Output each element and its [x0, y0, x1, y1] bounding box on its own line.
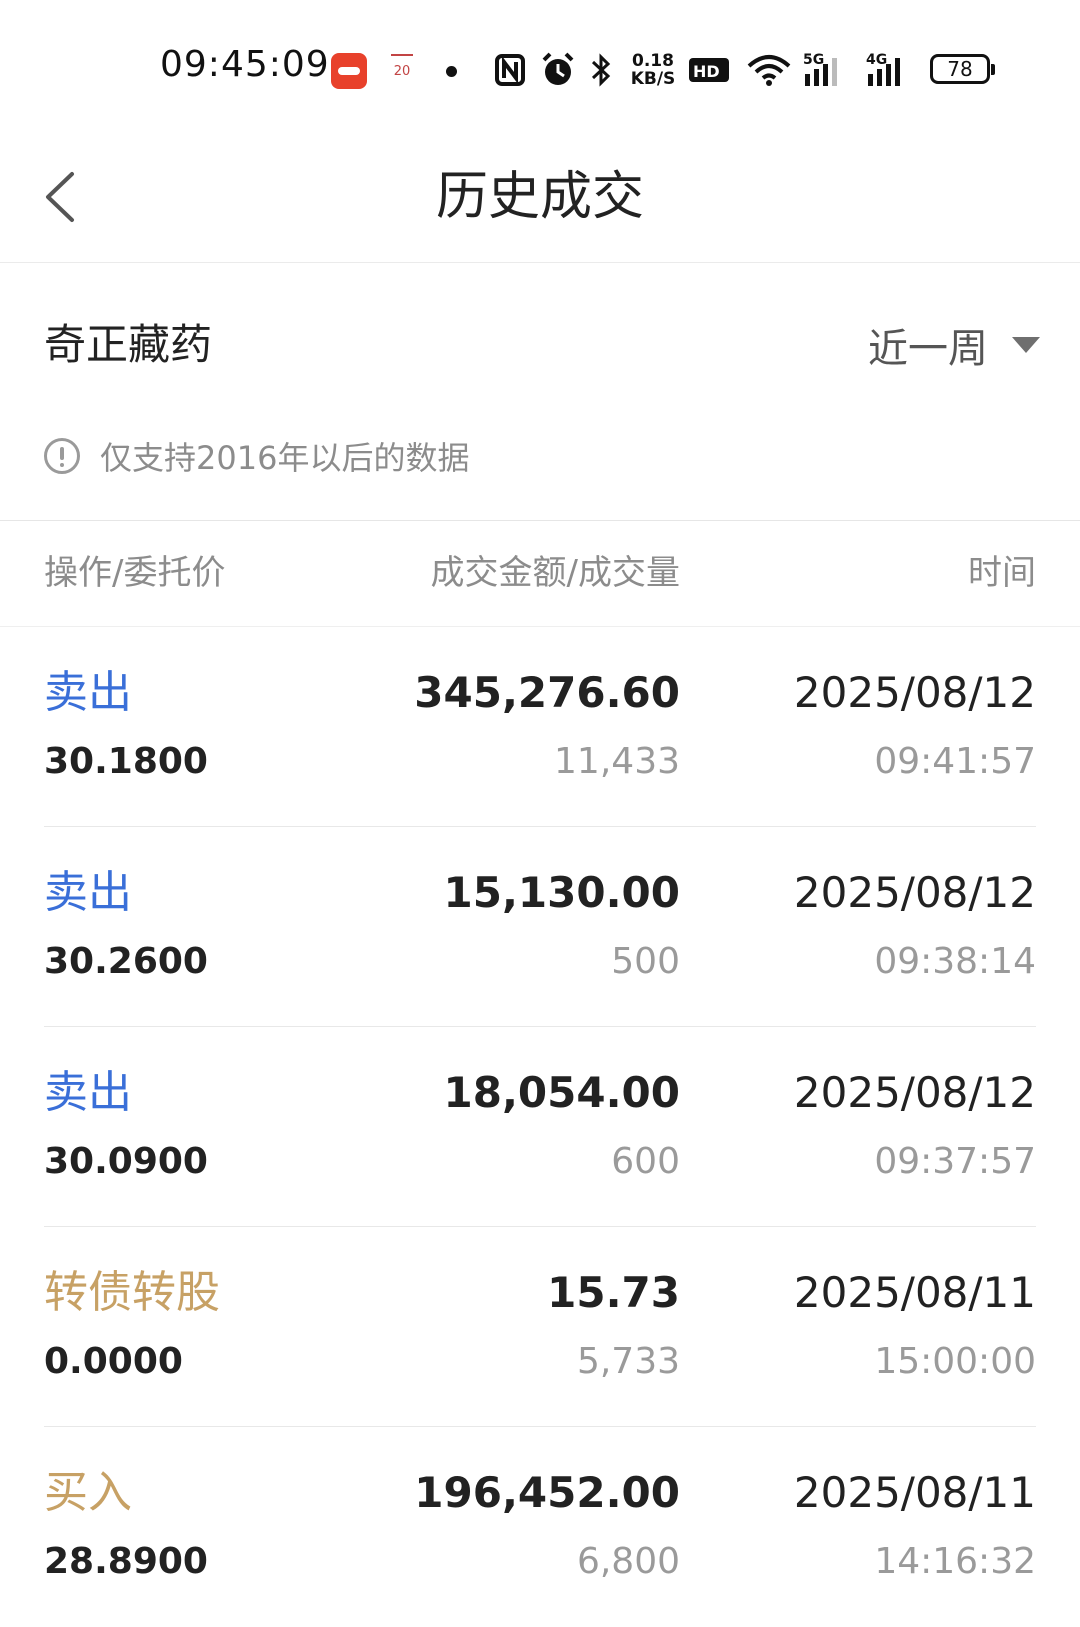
column-header-amount-volume: 成交金额/成交量 — [430, 553, 680, 593]
trade-amount: 345,276.60 — [414, 668, 680, 717]
wifi-icon — [747, 55, 791, 86]
status-time: 09:45:09 — [160, 44, 330, 85]
trade-date: 2025/08/12 — [793, 868, 1036, 917]
hd-label: HD — [693, 62, 720, 81]
trade-price: 0.0000 — [44, 1341, 183, 1382]
nfc-icon — [495, 54, 525, 86]
column-header-action-price: 操作/委托价 — [44, 553, 226, 593]
trade-volume: 11,433 — [554, 741, 680, 782]
hd-icon: HD — [689, 58, 729, 82]
trade-date: 2025/08/11 — [793, 1268, 1036, 1317]
section-divider — [0, 520, 1080, 521]
signal-4g-label: 4G — [866, 52, 887, 68]
trade-action: 卖出 — [44, 667, 132, 718]
trade-amount: 15.73 — [547, 1268, 680, 1317]
notice-text: 仅支持2016年以后的数据 — [100, 439, 470, 477]
column-header-time: 时间 — [968, 553, 1036, 593]
stock-name: 奇正藏药 — [44, 320, 213, 369]
trade-row[interactable]: 卖出 30.2600 15,130.00 500 2025/08/12 09:3… — [0, 827, 1080, 1027]
nav-bar: 历史成交 — [0, 140, 1080, 263]
net-speed-value: 0.18 — [632, 51, 674, 71]
info-icon — [44, 438, 80, 474]
trade-row[interactable]: 转债转股 0.0000 15.73 5,733 2025/08/11 15:00… — [0, 1227, 1080, 1427]
trade-row[interactable]: 卖出 30.0900 18,054.00 600 2025/08/12 09:3… — [0, 1027, 1080, 1227]
trade-date: 2025/08/12 — [793, 668, 1036, 717]
alarm-icon — [542, 52, 574, 85]
net-speed-unit: KB/S — [630, 69, 676, 89]
period-label: 近一周 — [868, 326, 988, 372]
trade-amount: 15,130.00 — [443, 868, 680, 917]
trade-time: 09:38:14 — [874, 941, 1036, 982]
trade-row[interactable]: 买入 28.8900 196,452.00 6,800 2025/08/11 1… — [0, 1427, 1080, 1627]
trade-time: 14:16:32 — [874, 1541, 1036, 1582]
page-title: 历史成交 — [435, 167, 644, 227]
dot-icon — [446, 66, 457, 77]
trade-amount: 196,452.00 — [414, 1468, 680, 1517]
signal-5g-label: 5G — [803, 52, 824, 68]
period-dropdown[interactable]: 近一周 — [868, 315, 1040, 375]
signal-4g-icon: 4G — [866, 52, 900, 86]
battery-icon: 78 — [930, 54, 995, 84]
net-speed: 0.18 KB/S — [628, 52, 678, 88]
trade-action: 转债转股 — [44, 1267, 220, 1318]
trade-time: 09:37:57 — [874, 1141, 1036, 1182]
caret-down-icon — [1012, 337, 1040, 353]
trade-row[interactable]: 卖出 30.1800 345,276.60 11,433 2025/08/12 … — [0, 627, 1080, 827]
app-red-icon — [331, 53, 367, 89]
trade-time: 09:41:57 — [874, 741, 1036, 782]
calendar-day: 20 — [393, 64, 411, 79]
trade-date: 2025/08/11 — [793, 1468, 1036, 1517]
trade-volume: 5,733 — [576, 1341, 680, 1382]
calendar-icon: 20 — [387, 52, 417, 88]
trade-price: 28.8900 — [44, 1541, 208, 1582]
trade-price: 30.0900 — [44, 1141, 208, 1182]
status-bar: 09:45:09 20 0.18 KB/S HD 5G 4G 78 — [0, 0, 1080, 140]
trade-time: 15:00:00 — [874, 1341, 1036, 1382]
trade-action: 卖出 — [44, 1067, 132, 1118]
signal-5g-icon: 5G — [803, 52, 837, 86]
trade-action: 买入 — [44, 1467, 132, 1518]
trade-volume: 500 — [611, 941, 680, 982]
data-notice: 仅支持2016年以后的数据 — [44, 428, 469, 484]
trade-volume: 6,800 — [576, 1541, 680, 1582]
trade-date: 2025/08/12 — [793, 1068, 1036, 1117]
trade-price: 30.1800 — [44, 741, 208, 782]
trade-volume: 600 — [611, 1141, 680, 1182]
trade-amount: 18,054.00 — [443, 1068, 680, 1117]
trade-price: 30.2600 — [44, 941, 208, 982]
trade-action: 卖出 — [44, 867, 132, 918]
bluetooth-icon — [591, 53, 611, 87]
